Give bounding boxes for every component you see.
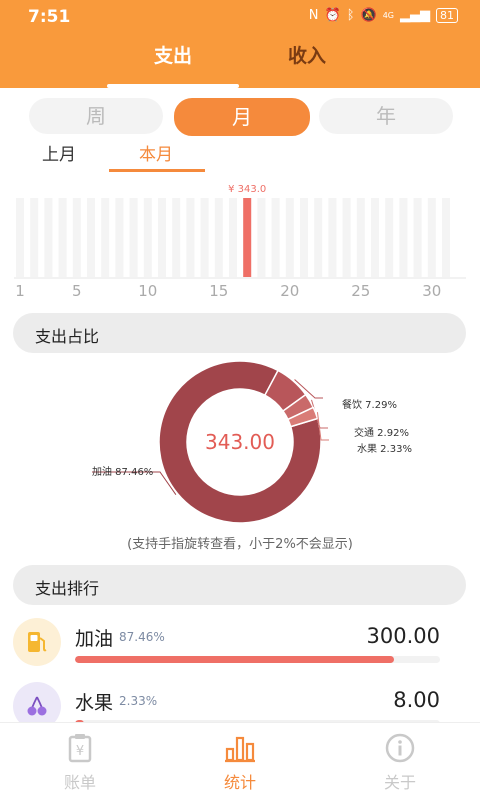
period-month-button[interactable]: 月 <box>174 98 310 136</box>
day-bar-bg <box>214 198 223 277</box>
day-bar-bg <box>87 198 95 277</box>
rotate-hint: (支持手指旋转查看，小于2%不会显示) <box>127 537 353 552</box>
period-year-button[interactable]: 年 <box>319 98 453 134</box>
proportion-section-header: 支出占比 <box>13 313 466 353</box>
status-time: 7:51 <box>28 7 71 27</box>
ranking-section-header: 支出排行 <box>13 565 466 605</box>
day-bar-bg <box>101 198 110 277</box>
nav-about-label: 关于 <box>383 773 416 792</box>
day-bar-bg <box>257 198 266 277</box>
x-tick-label: 20 <box>280 282 299 300</box>
day-bar-bg <box>143 198 152 277</box>
ranking-amount: 8.00 <box>393 688 440 712</box>
day-bar-bg <box>129 198 138 277</box>
signal-icon: ▂▄▆ <box>400 8 430 23</box>
nav-bill-label: 账单 <box>63 773 96 792</box>
x-tick-label: 15 <box>209 282 228 300</box>
x-tick-label: 1 <box>15 282 25 300</box>
ranking-progress-fill <box>75 656 395 663</box>
day-bar-bg <box>186 198 195 277</box>
day-bar-bg <box>30 198 39 277</box>
bill-icon: ¥ <box>66 734 94 767</box>
day-bar-bg <box>44 198 53 277</box>
day-bar-bg <box>271 198 280 277</box>
day-bar-bg <box>16 198 24 277</box>
day-bar-bg <box>413 198 422 277</box>
battery-icon: 81 <box>436 8 458 23</box>
day-bar-bg <box>72 198 81 277</box>
day-bar-bg <box>371 198 379 277</box>
network-label: 4G <box>382 11 394 20</box>
x-tick-label: 5 <box>72 282 82 300</box>
mute-icon: 🔕 <box>360 8 377 23</box>
ranking-amount: 300.00 <box>366 624 440 648</box>
x-tick-label: 10 <box>138 282 157 300</box>
ranking-name: 加油 <box>75 628 114 650</box>
tab-underline <box>107 84 239 88</box>
proportion-title: 支出占比 <box>35 327 100 346</box>
day-bar-bg <box>385 198 394 277</box>
day-bar-bg <box>356 198 365 277</box>
donut-chart[interactable]: 加油 87.46% 餐饮 7.29% 交通 2.92% 水果 2.33% 343.00 <box>0 360 480 530</box>
nav-stats-label: 统计 <box>223 773 256 792</box>
status-bar: 7:51 N ⏰ ᛒ 🔕 4G ▂▄▆ 81 <box>0 0 480 34</box>
app-header: 7:51 N ⏰ ᛒ 🔕 4G ▂▄▆ 81 支出 收入 <box>0 0 480 88</box>
tab-last-month[interactable]: 上月 <box>42 144 76 166</box>
day-bar-bg <box>229 198 237 277</box>
svg-text:¥: ¥ <box>76 744 84 759</box>
day-bar-bg <box>342 198 351 277</box>
ranking-item[interactable]: 加油 87.46% 300.00 <box>0 618 480 682</box>
month-tab-underline <box>109 169 205 172</box>
status-icons: N ⏰ ᛒ 🔕 4G ▂▄▆ 81 <box>309 8 458 23</box>
slice-label: 水果 2.33% <box>357 443 412 455</box>
day-bar-bg <box>314 198 323 277</box>
day-bar-bg <box>58 198 67 277</box>
day-bar-bg <box>172 198 181 277</box>
bottom-nav: ¥ 账单 统计 关于 <box>0 722 480 801</box>
day-bar-bg <box>300 198 308 277</box>
slice-label: 加油 87.46% <box>92 465 153 478</box>
x-tick-label: 25 <box>351 282 370 300</box>
daily-bar-chart[interactable]: ¥ 343.01 5 10 15 20 25 30 <box>0 180 480 300</box>
day-bar[interactable] <box>243 198 252 277</box>
day-bar-bg <box>442 198 450 277</box>
day-bar-bg <box>285 198 294 277</box>
x-tick-label: 30 <box>422 282 441 300</box>
nfc-icon: N <box>308 8 319 23</box>
type-tabs: 支出 收入 <box>0 42 480 88</box>
tab-expense[interactable]: 支出 <box>113 42 233 70</box>
alarm-icon: ⏰ <box>324 8 341 23</box>
info-icon <box>385 733 415 767</box>
donut-center-total: 343.00 <box>205 430 275 454</box>
nav-about[interactable]: 关于 <box>340 733 460 793</box>
ranking-title: 支出排行 <box>35 579 100 598</box>
day-bar-bg <box>328 198 337 277</box>
bar-value-label: ¥ 343.0 <box>228 184 266 195</box>
slice-label: 餐饮 7.29% <box>342 398 397 411</box>
tab-this-month[interactable]: 本月 <box>139 144 173 166</box>
day-bar-bg <box>427 198 436 277</box>
period-week-button[interactable]: 周 <box>29 98 163 134</box>
ranking-percent: 2.33% <box>119 694 158 708</box>
ranking-percent: 87.46% <box>119 630 165 644</box>
chart-icon <box>224 736 256 767</box>
day-bar-bg <box>115 198 124 277</box>
ranking-name: 水果 <box>75 692 114 714</box>
fuel-pump-icon <box>13 618 61 666</box>
nav-stats[interactable]: 统计 <box>180 733 300 793</box>
ranking-progress-track <box>75 656 440 663</box>
bluetooth-icon: ᛒ <box>346 8 355 23</box>
tab-income[interactable]: 收入 <box>247 42 367 70</box>
slice-label: 交通 2.92% <box>354 426 409 439</box>
nav-bill[interactable]: ¥ 账单 <box>20 733 140 793</box>
day-bar-bg <box>158 198 166 277</box>
day-bar-bg <box>399 198 408 277</box>
day-bar-bg <box>200 198 209 277</box>
